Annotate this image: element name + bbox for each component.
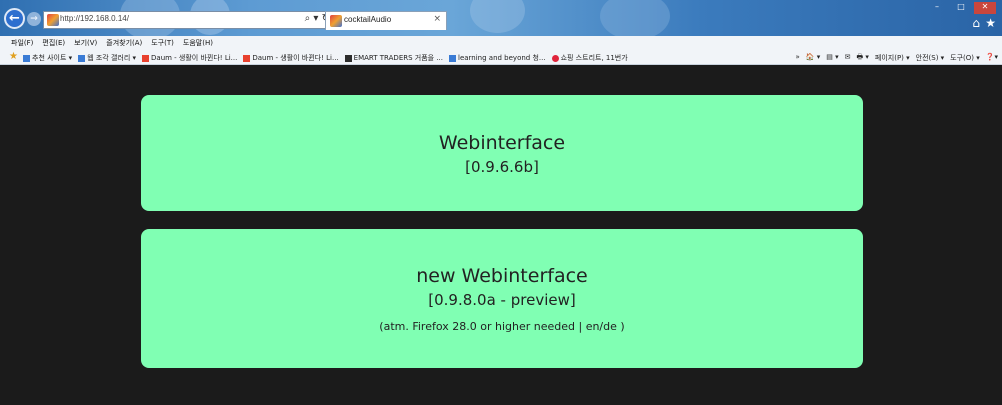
address-bar[interactable]: http://192.168.0.14/ ⌕ ▾ ↻ (43, 11, 335, 29)
browser-title-bar: ← → http://192.168.0.14/ ⌕ ▾ ↻ cocktailA… (0, 0, 1002, 40)
card-title: new Webinterface (416, 265, 588, 287)
tab-cocktailaudio[interactable]: cocktailAudio × (325, 11, 447, 30)
home-icon[interactable]: ⌂ (972, 16, 980, 30)
site-favicon-icon (47, 14, 59, 26)
favorite-label: Daum - 생활이 바뀐다! Li... (151, 54, 238, 62)
page-menu-button[interactable]: 페이지(P) ▾ (875, 53, 910, 64)
page-content: Webinterface [0.9.6.6b] new Webinterface… (0, 66, 1002, 405)
maximize-button[interactable]: □ (950, 2, 972, 14)
favorite-item[interactable]: Daum - 생활이 바뀐다! Li... (142, 53, 237, 63)
favorite-item[interactable]: Daum - 생활이 바뀐다! Li... (243, 53, 339, 63)
favorite-item[interactable]: 쇼핑 스트리트, 11번가 (551, 53, 628, 63)
title-bar-decoration (600, 0, 670, 40)
feeds-menu-button[interactable]: ▤ ▾ (826, 53, 838, 64)
daum-icon (243, 54, 251, 62)
favorites-star-icon[interactable]: ★ (9, 51, 18, 62)
more-chevron-icon[interactable]: » (796, 53, 800, 64)
tab-close-icon[interactable]: × (433, 14, 441, 24)
url-text[interactable]: http://192.168.0.14/ (60, 14, 129, 23)
card-note: (atm. Firefox 28.0 or higher needed | en… (379, 320, 625, 333)
title-bar-decoration (470, 0, 525, 33)
favorites-list: 추천 사이트 ▾ 웹 조각 갤러리 ▾ Daum - 생활이 바뀐다! Li..… (23, 53, 628, 63)
card-version: [0.9.6.6b] (465, 158, 539, 176)
menu-tools[interactable]: 도구(T) (151, 38, 174, 48)
home-menu-button[interactable]: 🏠 ▾ (806, 53, 820, 64)
menu-favorites[interactable]: 즐겨찾기(A) (106, 38, 142, 48)
favorite-label: 추천 사이트 ▾ (32, 54, 73, 62)
favorite-item[interactable]: 웹 조각 갤러리 ▾ (78, 53, 136, 63)
tab-favicon-icon (330, 15, 342, 27)
favorite-label: learning and beyond 청... (458, 54, 546, 62)
favorite-item[interactable]: 추천 사이트 ▾ (23, 53, 72, 63)
forward-arrow-icon: → (30, 14, 38, 24)
favorite-item[interactable]: learning and beyond 청... (449, 53, 546, 63)
print-menu-button[interactable]: 🖶 ▾ (857, 53, 869, 64)
favorite-site-icon (23, 54, 30, 62)
card-version: [0.9.8.0a - preview] (428, 291, 576, 309)
favorite-label: 쇼핑 스트리트, 11번가 (560, 54, 628, 62)
menu-bar: 파일(F) 편집(E) 보기(V) 즐겨찾기(A) 도구(T) 도움말(H) (0, 36, 1002, 50)
minimize-button[interactable]: – (926, 2, 948, 14)
menu-edit[interactable]: 편집(E) (42, 38, 65, 48)
webinterface-card[interactable]: Webinterface [0.9.6.6b] (141, 95, 863, 211)
tab-title: cocktailAudio (344, 15, 392, 24)
favorites-star-icon[interactable]: ★ (985, 16, 996, 30)
back-button[interactable]: ← (4, 8, 25, 29)
new-webinterface-card[interactable]: new Webinterface [0.9.8.0a - preview] (a… (141, 229, 863, 368)
favorite-site-icon (78, 54, 86, 62)
menu-file[interactable]: 파일(F) (11, 38, 33, 48)
mail-button[interactable]: ✉ (845, 53, 851, 64)
favorite-label: 웹 조각 갤러리 ▾ (87, 54, 137, 62)
tools-menu-button[interactable]: 도구(O) ▾ (950, 53, 980, 64)
favorite-item[interactable]: EMART TRADERS 거품을 ... (344, 53, 443, 63)
safety-menu-button[interactable]: 안전(S) ▾ (916, 53, 945, 64)
emart-icon (344, 54, 352, 62)
favorite-label: EMART TRADERS 거품을 ... (353, 54, 443, 62)
close-window-button[interactable]: ✕ (974, 2, 996, 14)
back-arrow-icon: ← (9, 11, 20, 26)
help-menu-button[interactable]: ❓▾ (986, 53, 998, 64)
daum-icon (142, 54, 150, 62)
card-title: Webinterface (438, 132, 566, 154)
command-bar: » 🏠 ▾ ▤ ▾ ✉ 🖶 ▾ 페이지(P) ▾ 안전(S) ▾ 도구(O) ▾… (796, 53, 998, 64)
window-controls: – □ ✕ (926, 2, 996, 14)
favorite-label: Daum - 생활이 바뀐다! Li... (252, 54, 339, 62)
menu-view[interactable]: 보기(V) (74, 38, 97, 48)
favorite-site-icon (449, 54, 456, 62)
favorites-bar: ★ 추천 사이트 ▾ 웹 조각 갤러리 ▾ Daum - 생활이 바뀐다! Li… (0, 50, 1002, 65)
forward-button[interactable]: → (27, 12, 41, 26)
11st-icon (551, 54, 559, 62)
menu-help[interactable]: 도움말(H) (183, 38, 213, 48)
